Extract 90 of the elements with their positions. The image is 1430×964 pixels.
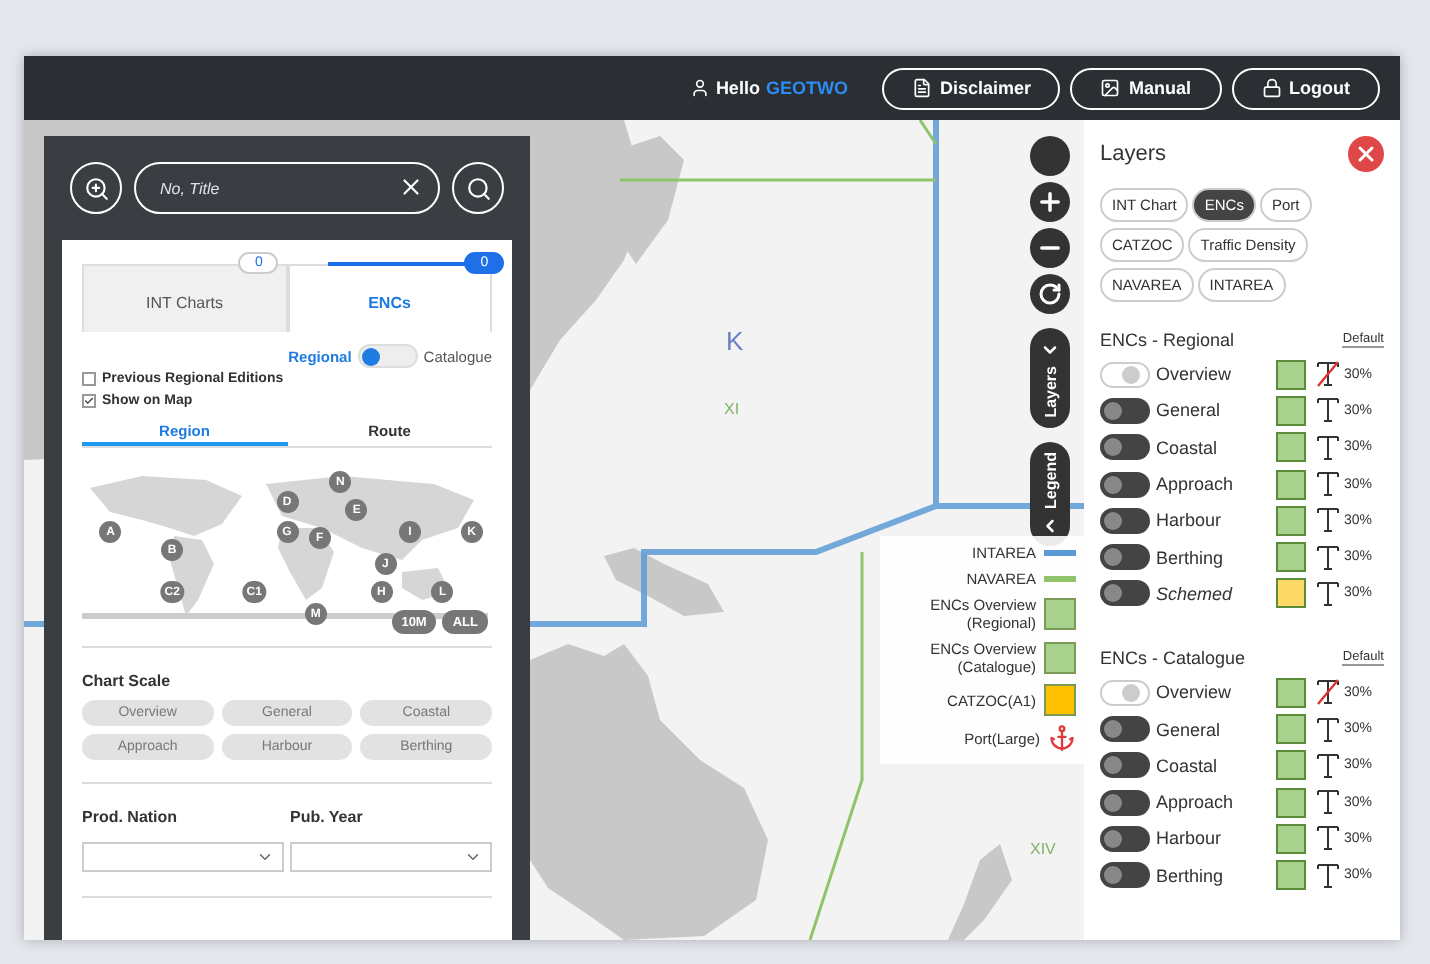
- panel-title: Layers: [1100, 142, 1167, 166]
- layer-toggle[interactable]: [1100, 679, 1150, 706]
- label-icon[interactable]: [1316, 861, 1340, 890]
- label-icon[interactable]: [1316, 396, 1340, 425]
- layer-toggle[interactable]: [1100, 752, 1150, 779]
- filter-label: Prod. Nation: [82, 808, 180, 826]
- color-swatch[interactable]: [1276, 750, 1306, 781]
- filter-label: Pub. Year: [290, 808, 365, 826]
- checkbox[interactable]: [82, 372, 96, 386]
- layer-name: General: [1156, 400, 1223, 421]
- layer-name: Berthing: [1156, 547, 1226, 568]
- map-label: XI: [724, 400, 740, 418]
- search-field[interactable]: No, Title: [134, 162, 440, 214]
- map-label: XIV: [1030, 840, 1056, 858]
- label-icon[interactable]: [1316, 543, 1340, 572]
- layer-toggle[interactable]: [1100, 825, 1150, 852]
- layer-toggle[interactable]: [1100, 507, 1150, 534]
- layer-toggle[interactable]: [1100, 862, 1150, 889]
- section-title: ENCs - Regional: [1100, 330, 1235, 350]
- color-swatch[interactable]: [1276, 505, 1306, 536]
- user-name: GEOTWO: [765, 78, 848, 98]
- label-icon[interactable]: [1316, 470, 1340, 499]
- layer-name: Coastal: [1156, 755, 1220, 776]
- chart-tab[interactable]: INT Charts: [82, 264, 287, 332]
- close-button[interactable]: [1348, 136, 1384, 172]
- section-title: Chart Scale: [82, 672, 173, 690]
- layer-toggle[interactable]: [1100, 580, 1150, 607]
- label-hidden-icon[interactable]: [1316, 678, 1340, 707]
- layer-name: Overview: [1156, 682, 1234, 703]
- close-icon: [1354, 142, 1378, 166]
- section-title: ENCs - Catalogue: [1100, 648, 1246, 669]
- label-icon[interactable]: [1316, 824, 1340, 853]
- disclaimer-button[interactable]: Disclaimer: [881, 67, 1061, 109]
- layer-toggle[interactable]: [1100, 471, 1150, 498]
- layer-toggle[interactable]: [1100, 434, 1150, 461]
- label-icon[interactable]: [1316, 506, 1340, 535]
- search-icon: [465, 175, 491, 201]
- layer-toggle[interactable]: [1100, 716, 1150, 743]
- layer-name: Approach: [1156, 792, 1236, 813]
- label-icon[interactable]: [1316, 788, 1340, 817]
- clear-icon[interactable]: [398, 174, 424, 200]
- color-swatch[interactable]: [1276, 860, 1306, 891]
- user-icon: [689, 78, 710, 98]
- layer-name: Coastal: [1156, 437, 1220, 458]
- label-icon[interactable]: [1316, 715, 1340, 744]
- manual-button[interactable]: Manual: [1070, 67, 1221, 109]
- layer-name: Approach: [1156, 474, 1236, 495]
- layer-name: Overview: [1156, 364, 1234, 385]
- color-swatch[interactable]: [1276, 578, 1306, 609]
- anchor-icon: [1048, 724, 1076, 752]
- color-swatch[interactable]: [1276, 677, 1306, 708]
- color-swatch[interactable]: [1276, 359, 1306, 390]
- layer-toggle[interactable]: [1100, 544, 1150, 571]
- color-swatch[interactable]: [1276, 787, 1306, 818]
- document-icon: [911, 78, 932, 98]
- layer-name: Harbour: [1156, 510, 1224, 531]
- layer-toggle[interactable]: [1100, 397, 1150, 424]
- color-swatch[interactable]: [1276, 469, 1306, 500]
- checkbox[interactable]: [82, 394, 96, 408]
- greeting-text: Hello: [715, 78, 760, 98]
- chevron-down-icon: [256, 848, 274, 866]
- layer-toggle[interactable]: [1100, 361, 1150, 388]
- color-swatch[interactable]: [1276, 823, 1306, 854]
- map-label: K: [726, 326, 744, 356]
- layer-name: Harbour: [1156, 828, 1224, 849]
- logout-button[interactable]: Logout: [1231, 67, 1380, 109]
- layer-name: Berthing: [1156, 865, 1226, 886]
- layer-toggle[interactable]: [1100, 789, 1150, 816]
- search-button[interactable]: [452, 162, 504, 214]
- layers-tab[interactable]: Layers: [1030, 328, 1070, 428]
- label-icon[interactable]: [1316, 751, 1340, 780]
- chart-tab[interactable]: ENCs: [287, 264, 492, 332]
- image-icon: [1100, 78, 1121, 98]
- plus-icon: [1036, 188, 1064, 216]
- color-swatch[interactable]: [1276, 542, 1306, 573]
- chevron-down-icon: [464, 848, 482, 866]
- color-swatch[interactable]: [1276, 432, 1306, 463]
- chevron-left-icon: [1040, 515, 1060, 536]
- zoom-in-button[interactable]: [70, 162, 122, 214]
- color-swatch[interactable]: [1276, 714, 1306, 745]
- layer-name: Schemed: [1156, 583, 1235, 604]
- color-swatch[interactable]: [1276, 395, 1306, 426]
- zoom-in-icon: [83, 175, 109, 201]
- mode-switch[interactable]: [357, 344, 418, 368]
- label-icon[interactable]: [1316, 433, 1340, 462]
- refresh-icon: [1038, 282, 1062, 306]
- label-icon[interactable]: [1316, 579, 1340, 608]
- layer-name: General: [1156, 719, 1223, 740]
- lock-icon: [1261, 78, 1281, 98]
- label-hidden-icon[interactable]: [1316, 360, 1340, 389]
